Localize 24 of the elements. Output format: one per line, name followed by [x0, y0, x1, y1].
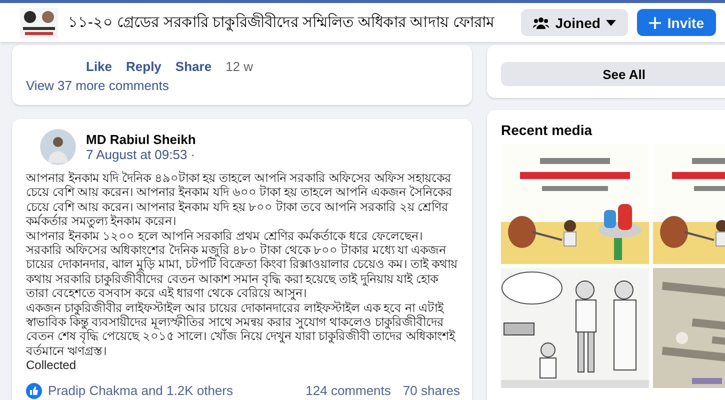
- group-title[interactable]: ১১-২০ গ্রেডের সরকারি চাকুরিজীবীদের সম্মিলিত অধিকার আদায় ফোরাম: [68, 10, 522, 35]
- post-text: একজন চাকুরিজীবীর লাইফস্টাইল আর চায়ের দোকানদারের লাইফস্টাইল এক হবে না এটাই স্বাভাবিক কিন্তু ব্যবসায়ীদের মূল্যস্ফীতির সাথে সমন্বয় করার সুযোগ থাকলেও চাকুরিজীবীদের বেতন শেষ বৃদ্ধি পেয়েছে ২০১৫ সালে। খোঁজ নিয়ে দেখুন যারা চাকুরিজীবী তাদের অধিকাংশই বর্তমানে ঋণগ্রস্ত।: [26, 300, 456, 358]
- reactions-count[interactable]: Pradip Chakma and 1.2K others: [48, 383, 294, 398]
- recent-media-title: Recent media: [501, 122, 594, 138]
- comment-action-link[interactable]: Reply: [126, 59, 162, 74]
- comment-time: 12 w: [226, 59, 254, 74]
- people-icon: [533, 16, 550, 28]
- post-text: সরকারি অফিসের অধিকাংশের দৈনিক মজুরি ৪৮০ টাকা থেকে ৮০০ টাকার মধ্যে যা একজন চায়ের দোকানদার, ঝাল মুড়ি মামা, চটপটি বিক্রেতা কিংবা রিক্সাওয়ালার চেয়েও কম। তাই কথায় কথায় সরকারি চাকুরিজীবীদের বেতন আকাশ সমান বৃদ্ধি করা হয়েছে তাই দুনিয়ায় যাই হোক তারা বেহেশতে বসবাস করে এই ধারণা থেকে বেরিয়ে আসুন।: [26, 243, 459, 300]
- view-more-comments-link[interactable]: View 37 more comments: [26, 78, 169, 93]
- comment-action-link[interactable]: Like: [86, 59, 112, 74]
- post-text: আপনার ইনকাম ১২০০ হলে আপনি সরকারি প্রথম শ্রেণির কর্মকর্তাকে ধরে ফেলেছেন।: [26, 228, 424, 243]
- post-text: আপনার ইনকাম যদি দৈনিক ৪৯০টাকা হয় তাহলে আপনি সরকারি অফিসের অফিস সহায়কের চেয়ে বেশি আয় করেন। আপনার ইনকাম যদি ৬০০ টাকা হয় তাহলে আপনি একজন সৈনিকের চেয়ে বেশি আয় করেন। আপনার ইনকাম যদি হয় ৮০০ টাকা তবে আপনি সরকারি ২য় শ্রেণির কর্মকর্তার সমতুল্য ইনকাম করেন।: [26, 171, 454, 228]
- post-timestamp[interactable]: 7 August at 09:53 ·: [86, 147, 196, 162]
- comments-count[interactable]: 124 comments: [306, 383, 391, 398]
- post-text: Collected: [26, 358, 78, 373]
- see-all-button[interactable]: See All: [501, 62, 725, 86]
- author-name[interactable]: MD Rabiul Sheikh: [86, 132, 196, 147]
- shares-count[interactable]: 70 shares: [402, 383, 460, 398]
- joined-button[interactable]: Joined: [521, 9, 628, 36]
- comment-action-link[interactable]: Share: [175, 59, 212, 74]
- plus-icon: [649, 16, 662, 28]
- invite-button[interactable]: Invite: [637, 9, 716, 36]
- avatar: [40, 129, 76, 165]
- caret-icon: [606, 20, 616, 26]
